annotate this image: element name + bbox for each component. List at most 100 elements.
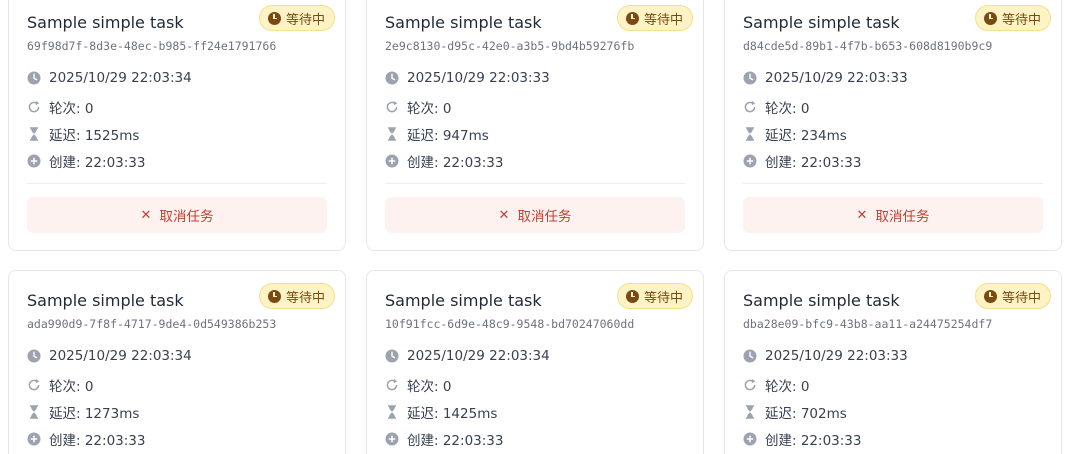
created-text: 创建: 22:03:33 [49,433,146,449]
created-text: 创建: 22:03:33 [407,155,504,171]
plus-circle-icon [385,432,399,446]
delay-text: 延迟: 1273ms [49,406,140,422]
status-badge-label: 等待中 [285,290,325,306]
status-badge-label: 等待中 [643,290,683,306]
round-text: 轮次: 0 [49,101,94,117]
cancel-task-button[interactable]: ✕ 取消任务 [743,197,1043,233]
timestamp-text: 2025/10/29 22:03:34 [49,348,192,364]
clock-icon [27,71,41,85]
status-badge-label: 等待中 [643,12,683,28]
meta-round: 轮次: 0 [385,97,451,117]
plus-circle-icon [743,154,757,168]
clock-icon [743,349,757,363]
retry-icon [27,378,41,392]
divider [743,183,1043,184]
close-icon: ✕ [498,207,510,223]
meta-round: 轮次: 0 [27,375,93,395]
meta-timestamp: 2025/10/29 22:03:33 [385,70,550,86]
task-title: Sample simple task [27,291,184,310]
task-card: Sample simple task 2e9c8130-d95c-42e0-a3… [366,0,704,251]
timestamp-text: 2025/10/29 22:03:34 [49,70,192,86]
task-grid: Sample simple task 69f98d7f-8d3e-48ec-b9… [0,0,1068,454]
task-card: Sample simple task ada990d9-7f8f-4717-9d… [8,270,346,454]
task-title: Sample simple task [27,13,184,32]
round-text: 轮次: 0 [407,101,452,117]
plus-circle-icon [27,154,41,168]
task-title: Sample simple task [385,291,542,310]
status-badge: 等待中 [258,5,335,31]
close-icon: ✕ [856,207,868,223]
cancel-task-label: 取消任务 [875,209,930,225]
retry-icon [743,100,757,114]
hourglass-icon [27,127,41,141]
status-badge: 等待中 [258,283,335,309]
hourglass-icon [27,405,41,419]
task-title: Sample simple task [743,291,900,310]
timestamp-text: 2025/10/29 22:03:33 [765,348,908,364]
task-card: Sample simple task dba28e09-bfc9-43b8-aa… [724,270,1062,454]
clock-icon [267,289,281,303]
meta-delay: 延迟: 1525ms [27,124,139,144]
plus-circle-icon [743,432,757,446]
cancel-task-label: 取消任务 [159,209,214,225]
hourglass-icon [743,127,757,141]
plus-circle-icon [27,432,41,446]
task-id: 10f91fcc-6d9e-48c9-9548-bd70247060dd [385,317,635,331]
created-text: 创建: 22:03:33 [765,433,862,449]
task-id: ada990d9-7f8f-4717-9de4-0d549386b253 [27,317,277,331]
meta-delay: 延迟: 1273ms [27,402,139,422]
hourglass-icon [743,405,757,419]
clock-icon [267,11,281,25]
task-title: Sample simple task [743,13,900,32]
hourglass-icon [385,127,399,141]
status-badge-label: 等待中 [1001,12,1041,28]
delay-text: 延迟: 702ms [765,406,847,422]
retry-icon [385,100,399,114]
plus-circle-icon [385,154,399,168]
meta-created: 创建: 22:03:33 [27,429,145,449]
meta-delay: 延迟: 947ms [385,124,489,144]
clock-icon [983,11,997,25]
meta-round: 轮次: 0 [743,97,809,117]
task-id: d84cde5d-89b1-4f7b-b653-608d8190b9c9 [743,39,993,53]
status-badge-label: 等待中 [1001,290,1041,306]
clock-icon [625,289,639,303]
delay-text: 延迟: 1525ms [49,128,140,144]
cancel-task-button[interactable]: ✕ 取消任务 [385,197,685,233]
meta-created: 创建: 22:03:33 [385,151,503,171]
delay-text: 延迟: 947ms [407,128,489,144]
round-text: 轮次: 0 [765,101,810,117]
task-id: 69f98d7f-8d3e-48ec-b985-ff24e1791766 [27,39,277,53]
cancel-task-label: 取消任务 [517,209,572,225]
meta-round: 轮次: 0 [743,375,809,395]
timestamp-text: 2025/10/29 22:03:33 [407,70,550,86]
task-card: Sample simple task 10f91fcc-6d9e-48c9-95… [366,270,704,454]
meta-timestamp: 2025/10/29 22:03:34 [27,70,192,86]
clock-icon [385,349,399,363]
task-card: Sample simple task d84cde5d-89b1-4f7b-b6… [724,0,1062,251]
meta-timestamp: 2025/10/29 22:03:33 [743,348,908,364]
task-card: Sample simple task 69f98d7f-8d3e-48ec-b9… [8,0,346,251]
close-icon: ✕ [140,207,152,223]
timestamp-text: 2025/10/29 22:03:34 [407,348,550,364]
retry-icon [385,378,399,392]
meta-timestamp: 2025/10/29 22:03:33 [743,70,908,86]
retry-icon [27,100,41,114]
meta-timestamp: 2025/10/29 22:03:34 [385,348,550,364]
hourglass-icon [385,405,399,419]
round-text: 轮次: 0 [765,379,810,395]
retry-icon [743,378,757,392]
created-text: 创建: 22:03:33 [407,433,504,449]
divider [27,183,327,184]
meta-timestamp: 2025/10/29 22:03:34 [27,348,192,364]
cancel-task-button[interactable]: ✕ 取消任务 [27,197,327,233]
clock-icon [625,11,639,25]
timestamp-text: 2025/10/29 22:03:33 [765,70,908,86]
created-text: 创建: 22:03:33 [765,155,862,171]
task-title: Sample simple task [385,13,542,32]
meta-delay: 延迟: 1425ms [385,402,497,422]
status-badge: 等待中 [616,5,693,31]
status-badge: 等待中 [974,5,1051,31]
clock-icon [27,349,41,363]
clock-icon [385,71,399,85]
